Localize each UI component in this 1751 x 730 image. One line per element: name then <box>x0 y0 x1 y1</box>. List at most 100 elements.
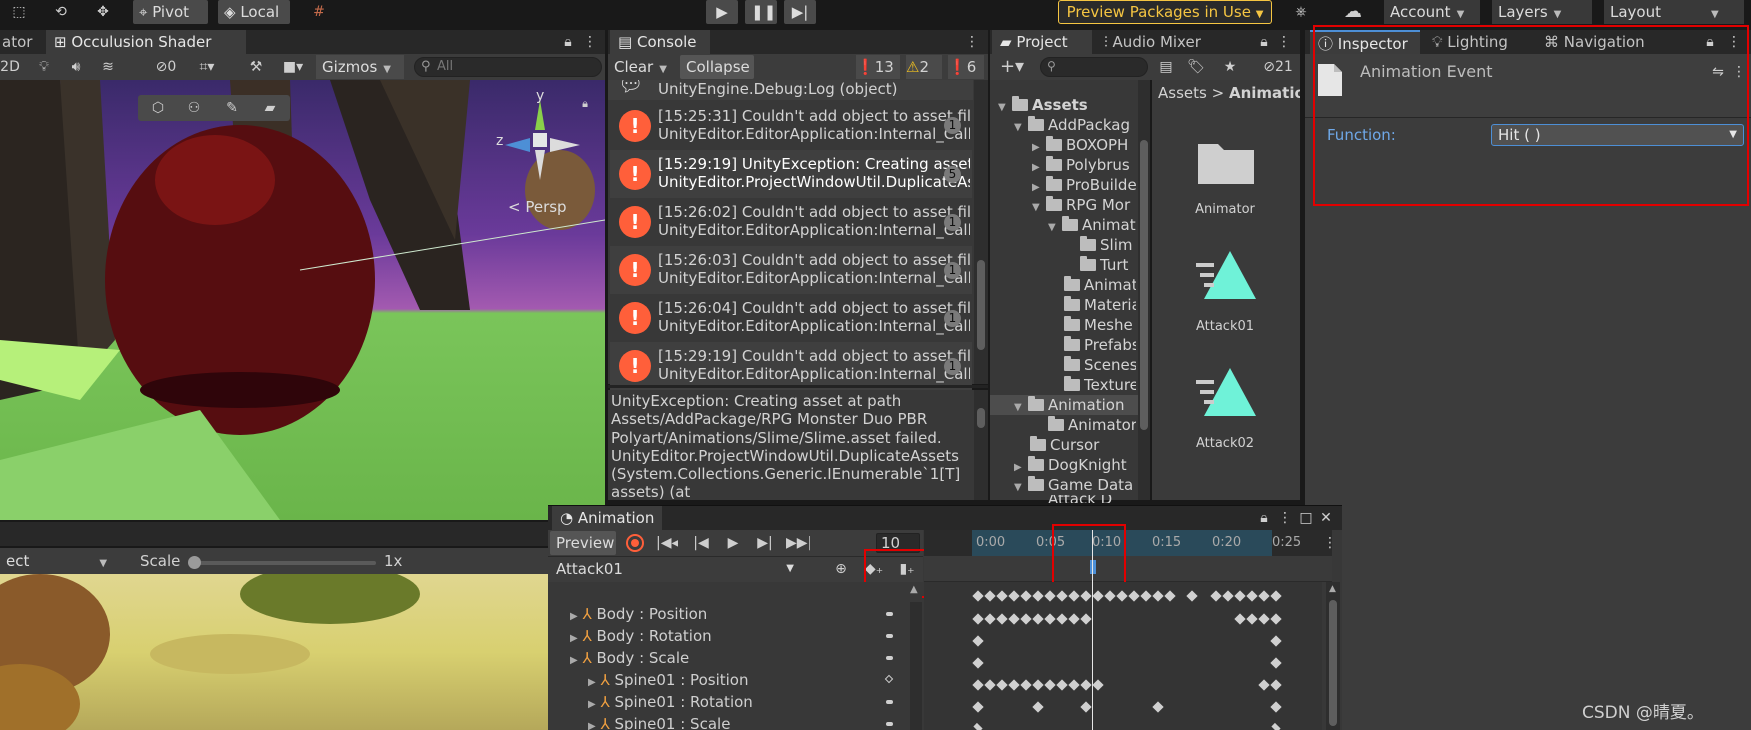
error-filter-toggle[interactable]: ❗13 <box>856 55 900 79</box>
lock-icon[interactable]: 🔒︎ <box>1256 30 1272 54</box>
property-row[interactable]: ▶ ⅄ Spine01 : Rotation <box>588 691 870 713</box>
scale-slider-thumb[interactable] <box>188 556 201 569</box>
expand-arrow[interactable]: ▼ <box>1014 398 1028 415</box>
step-button[interactable]: ▶| <box>784 0 816 24</box>
favorite-icon[interactable]: ★ <box>1220 55 1240 79</box>
tab-project[interactable]: ▰ Project <box>992 30 1092 54</box>
tab-animator[interactable]: ator <box>0 30 40 54</box>
expand-arrow[interactable]: ▶ <box>588 721 596 730</box>
property-key-dot[interactable] <box>886 700 893 704</box>
pen-tool-icon[interactable]: ✎ <box>218 96 246 120</box>
grid-snap-icon[interactable]: # <box>306 0 332 24</box>
tree-item-animation-selected[interactable]: ▼ Animation <box>990 395 1138 415</box>
maximize-icon[interactable]: □ <box>1298 506 1314 530</box>
scroll-thumb[interactable] <box>977 260 985 350</box>
expand-arrow[interactable]: ▼ <box>998 98 1012 115</box>
detail-scrollbar[interactable] <box>974 390 988 500</box>
effects-icon[interactable]: ≋ <box>98 55 118 79</box>
game-viewport[interactable] <box>0 574 548 730</box>
preview-packages-button[interactable]: Preview Packages in Use ▼ <box>1058 0 1272 24</box>
filter-by-selection-icon[interactable]: ⊕ <box>832 557 850 581</box>
scale-slider[interactable] <box>188 556 376 569</box>
close-icon[interactable]: ✕ <box>1318 506 1334 530</box>
filter-label-icon[interactable]: 🏷︎ <box>1186 55 1206 79</box>
expand-arrow[interactable]: ▶ <box>1032 178 1046 195</box>
scroll-thumb[interactable] <box>1329 600 1337 726</box>
property-row[interactable]: ▶ ⅄ Spine01 : Scale <box>588 713 870 730</box>
more-menu-icon[interactable]: ⋮ <box>1322 531 1338 555</box>
lock-icon[interactable]: 🔒︎ <box>560 30 576 54</box>
property-key-dot[interactable] <box>886 634 893 638</box>
gizmo-lock-icon[interactable]: 🔒︎ <box>578 92 592 116</box>
scroll-up-icon[interactable]: ▲ <box>1329 584 1336 594</box>
collab-icon[interactable]: ⎈ <box>1288 0 1314 24</box>
tree-item-addpackage[interactable]: ▼ AddPackag <box>1014 115 1136 135</box>
collapse-button[interactable]: Collapse <box>680 55 754 79</box>
transform-tool-icon[interactable]: ✥ <box>90 0 116 24</box>
cloud-icon[interactable]: ☁ <box>1338 0 1368 24</box>
tree-item-rpg-monster[interactable]: ▼ RPG Mor <box>1032 195 1136 215</box>
expand-arrow[interactable]: ▶ <box>570 633 578 644</box>
tree-item-probuilder[interactable]: ▶ ProBuilde <box>1032 175 1136 195</box>
hidden-packages-icon[interactable]: ⊘21 <box>1256 55 1300 79</box>
account-dropdown[interactable]: Account ▼ <box>1384 0 1480 24</box>
preview-toggle[interactable]: Preview <box>550 531 616 555</box>
expand-arrow[interactable]: ▶ <box>570 655 578 666</box>
tab-console[interactable]: ▤ Console <box>610 30 710 54</box>
expand-arrow[interactable]: ▶ <box>588 677 596 688</box>
grid-icon[interactable]: ⌗▾ <box>192 55 222 79</box>
tree-item-attack-data[interactable]: Attack D <box>1048 495 1136 503</box>
bone-tool-icon[interactable]: ⚇ <box>180 96 208 120</box>
expand-arrow[interactable]: ▼ <box>1014 478 1028 495</box>
expand-arrow[interactable]: ▼ <box>1032 198 1046 215</box>
scroll-thumb[interactable] <box>977 408 985 428</box>
console-scrollbar[interactable] <box>974 80 988 384</box>
breadcrumb-current[interactable]: Animation <box>1229 84 1300 102</box>
tree-item-assets[interactable]: ▼ Assets <box>998 95 1136 115</box>
tree-scrollbar[interactable] <box>1138 80 1150 500</box>
persp-label[interactable]: < Persp <box>508 198 567 216</box>
pause-button[interactable]: ❚❚ <box>745 0 777 24</box>
property-row[interactable]: ▶ ⅄ Spine01 : Position <box>588 669 870 691</box>
tree-item-textures[interactable]: Texture <box>1064 375 1136 395</box>
breadcrumb-root[interactable]: Assets <box>1158 84 1207 102</box>
log-filter-toggle[interactable]: ❗6 <box>948 55 984 79</box>
property-key-dot[interactable] <box>886 722 893 726</box>
asset-animator[interactable]: Animator <box>1180 132 1270 222</box>
scene-search-input[interactable]: ⚲ All <box>414 57 602 77</box>
list-scroll-up-icon[interactable]: ▲ <box>910 584 918 595</box>
playhead[interactable] <box>1092 530 1093 730</box>
tree-item-animator[interactable]: Animat <box>1064 275 1136 295</box>
display-dropdown[interactable]: ect ▼ <box>0 549 126 573</box>
expand-arrow[interactable]: ▶ <box>1014 458 1028 475</box>
rect-tool-icon[interactable]: ⬚ <box>6 0 32 24</box>
more-menu-icon[interactable]: ⋮ <box>1278 506 1292 530</box>
layout-dropdown[interactable]: Layout ▼ <box>1604 0 1744 24</box>
asset-attack02[interactable]: Attack02 <box>1180 362 1270 452</box>
tree-item-scenes[interactable]: Scenes <box>1064 355 1136 375</box>
scroll-thumb[interactable] <box>1140 140 1148 430</box>
expand-arrow[interactable]: ▶ <box>588 699 596 710</box>
visibility-icon[interactable]: ⊘0 <box>148 55 184 79</box>
expand-arrow[interactable]: ▶ <box>1032 158 1046 175</box>
more-menu-icon[interactable]: ⋮ <box>1276 30 1292 54</box>
property-key-dot[interactable] <box>886 656 893 660</box>
dopesheet-scrollbar[interactable]: ▲ <box>1326 582 1340 730</box>
expand-arrow[interactable]: ▶ <box>570 611 578 622</box>
more-menu-icon[interactable]: ⋮ <box>582 30 598 54</box>
plane-tool-icon[interactable]: ▰ <box>256 96 284 120</box>
mode-2d-toggle[interactable]: 2D <box>0 55 20 79</box>
property-row[interactable]: ▶ ⅄ Body : Rotation <box>570 625 870 647</box>
tree-item-cursor[interactable]: Cursor <box>1030 435 1136 455</box>
record-button[interactable] <box>626 534 644 552</box>
project-search-input[interactable]: ⚲ <box>1040 57 1148 77</box>
tab-animation[interactable]: ◔ Animation <box>552 506 662 530</box>
prev-key-icon[interactable]: |◀ <box>690 531 712 555</box>
expand-arrow[interactable]: ▼ <box>1014 118 1028 135</box>
tree-item-dogknight[interactable]: ▶ DogKnight <box>1014 455 1136 475</box>
tools-icon[interactable]: ⚒ <box>246 55 266 79</box>
play-icon[interactable]: ▶ <box>722 531 744 555</box>
tree-item-polybrush[interactable]: ▶ Polybrus <box>1032 155 1136 175</box>
tree-item-turtle[interactable]: Turt <box>1080 255 1136 275</box>
add-asset-button[interactable]: +▾ <box>994 55 1030 79</box>
